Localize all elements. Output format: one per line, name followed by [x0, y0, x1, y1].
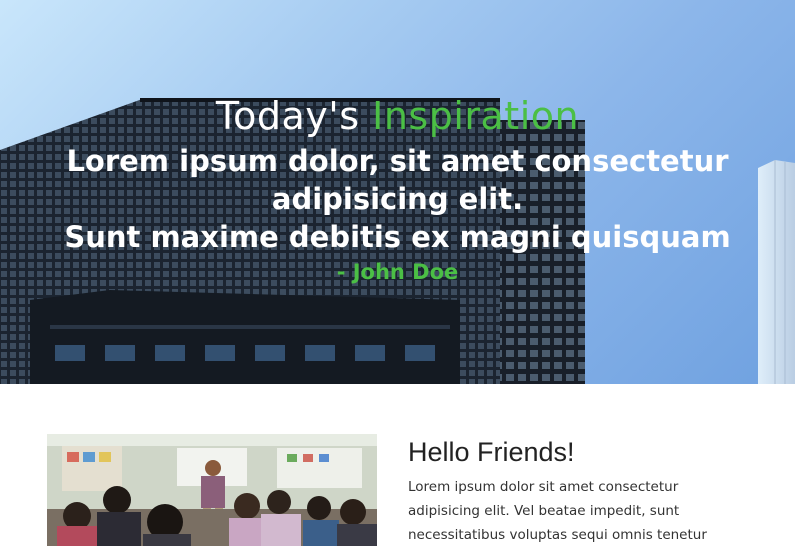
hero-quote-line: adipisicing elit. [271, 182, 524, 216]
article-body: Lorem ipsum dolor sit amet consectetur a… [408, 479, 707, 543]
article: Hello Friends! Lorem ipsum dolor sit ame… [408, 434, 738, 546]
hero-quote: Lorem ipsum dolor, sit amet consectetur … [0, 142, 795, 256]
hero-quote-line: Sunt maxime debitis ex magni quisquam [64, 220, 731, 254]
classroom-photo [47, 434, 377, 546]
hero-text-block: Today's Inspiration Lorem ipsum dolor, s… [0, 92, 795, 286]
hero-title-prefix: Today's [215, 94, 373, 138]
hero-banner: Today's Inspiration Lorem ipsum dolor, s… [0, 0, 795, 384]
classroom-photo-graphic [47, 434, 377, 546]
hero-author: - John Doe [336, 260, 459, 284]
hero-title-accent: Inspiration [372, 94, 580, 138]
hero-quote-line: Lorem ipsum dolor, sit amet consectetur [66, 144, 729, 178]
article-heading: Hello Friends! [408, 437, 575, 467]
content-section: Hello Friends! Lorem ipsum dolor sit ame… [0, 384, 795, 546]
hero-title: Today's Inspiration [0, 92, 795, 140]
